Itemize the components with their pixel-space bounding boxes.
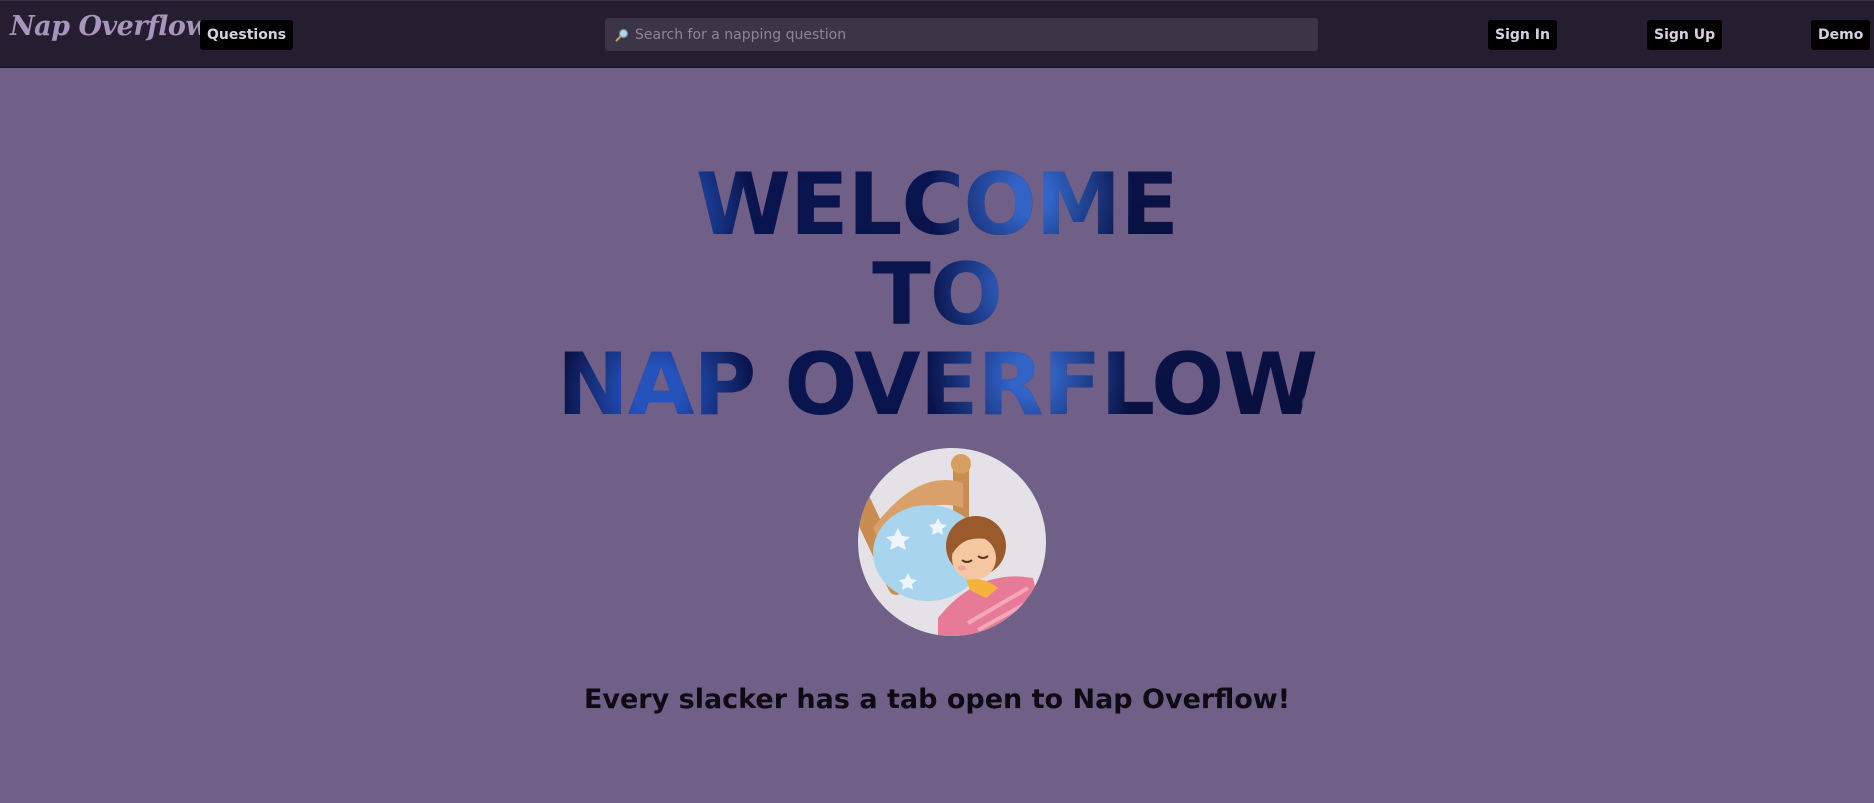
sleeping-child-illustration-icon	[858, 454, 1046, 636]
top-navbar: Nap Overflow Questions Sign In Sign Up D…	[0, 0, 1874, 68]
sleeping-child-image	[858, 448, 1046, 636]
sign-up-button[interactable]: Sign Up	[1647, 20, 1723, 50]
welcome-line-1: WELCOME	[0, 160, 1874, 250]
tagline: Every slacker has a tab open to Nap Over…	[583, 684, 1291, 715]
search-icon	[615, 28, 629, 41]
site-logo[interactable]: Nap Overflow	[10, 11, 209, 42]
welcome-line-3: NAP OVERFLOW	[0, 340, 1874, 430]
search-bar[interactable]	[605, 18, 1318, 51]
welcome-line-2: TO	[0, 250, 1874, 340]
sign-in-button[interactable]: Sign In	[1488, 20, 1557, 50]
welcome-heading: WELCOME TO NAP OVERFLOW	[0, 160, 1874, 430]
demo-button[interactable]: Demo	[1811, 20, 1871, 50]
search-input[interactable]	[635, 26, 1295, 43]
questions-button[interactable]: Questions	[200, 20, 294, 50]
